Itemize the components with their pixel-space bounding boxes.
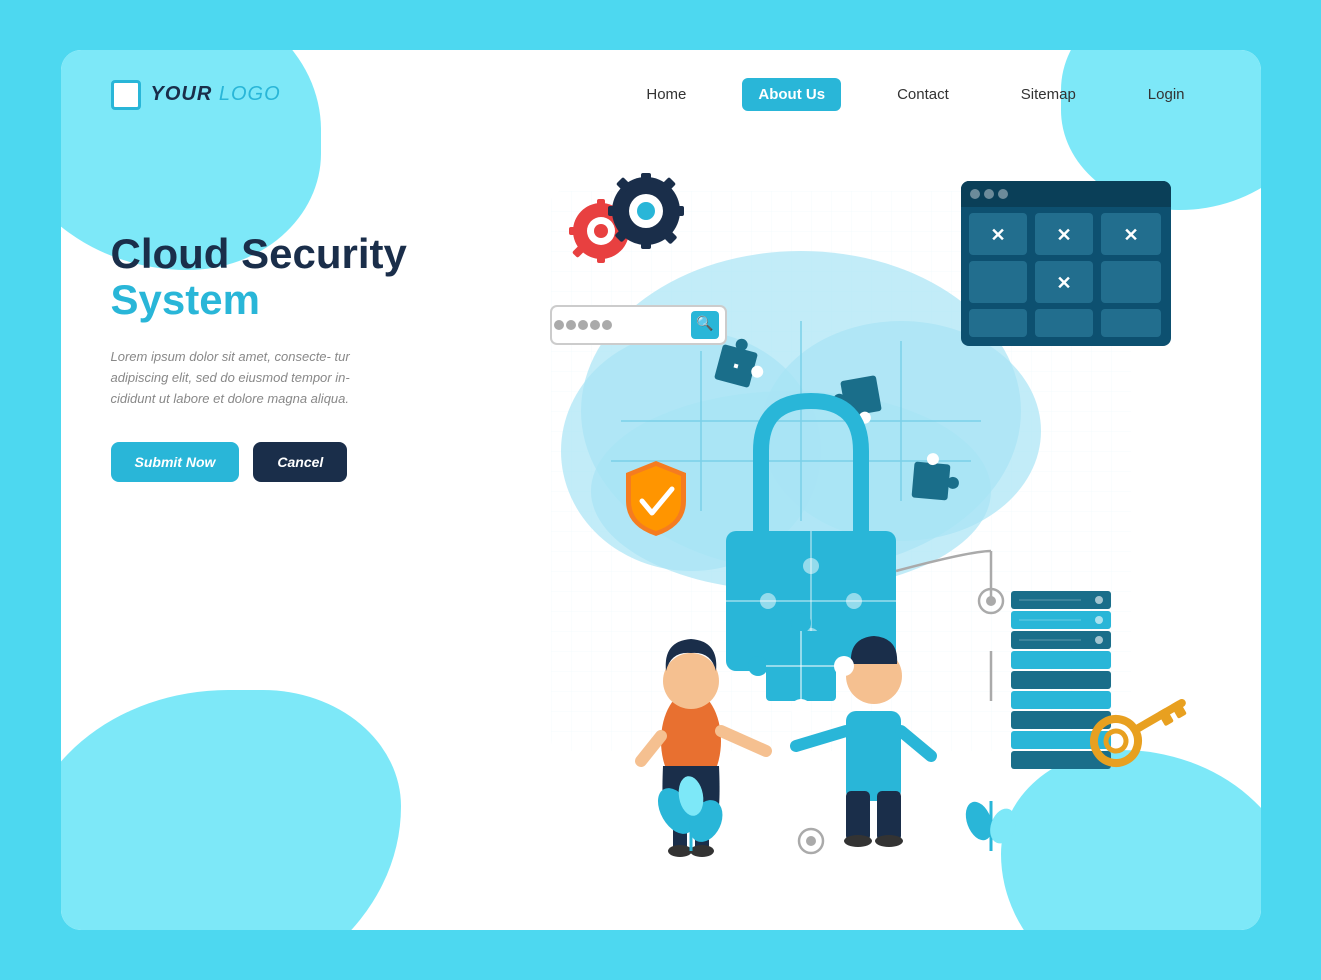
nav-about[interactable]: About Us (742, 78, 841, 111)
navigation: Home About Us Contact Sitemap Login (630, 78, 1200, 111)
hero-description: Lorem ipsum dolor sit amet, consecte- tu… (111, 347, 391, 409)
submit-button[interactable]: Submit Now (111, 442, 240, 482)
svg-text:✕: ✕ (1056, 225, 1071, 245)
logo-text: YOUR LOGO (151, 83, 281, 106)
logo: YOUR LOGO (111, 80, 281, 110)
nav-home[interactable]: Home (630, 78, 702, 111)
svg-text:🔍: 🔍 (696, 314, 713, 332)
logo-square (111, 80, 141, 110)
nav-login[interactable]: Login (1132, 78, 1201, 111)
svg-text:✕: ✕ (1123, 225, 1138, 245)
header: YOUR LOGO Home About Us Contact Sitemap … (61, 50, 1261, 131)
main-illustration: 🔍 (471, 151, 1221, 911)
button-row: Submit Now Cancel (111, 442, 471, 482)
nav-contact[interactable]: Contact (881, 78, 965, 111)
page-title-line1: Cloud Security (111, 231, 471, 277)
page-title-line2: System (111, 277, 471, 323)
illustration-panel: 🔍 (471, 151, 1211, 921)
svg-text:✕: ✕ (990, 225, 1005, 245)
svg-text:✕: ✕ (1056, 273, 1071, 293)
logo-bold: YOUR (151, 83, 213, 105)
page-wrapper: YOUR LOGO Home About Us Contact Sitemap … (61, 50, 1261, 930)
nav-sitemap[interactable]: Sitemap (1005, 78, 1092, 111)
left-panel: Cloud Security System Lorem ipsum dolor … (111, 151, 471, 921)
logo-italic: LOGO (219, 83, 281, 105)
main-content: Cloud Security System Lorem ipsum dolor … (61, 131, 1261, 921)
cancel-button[interactable]: Cancel (253, 442, 347, 482)
